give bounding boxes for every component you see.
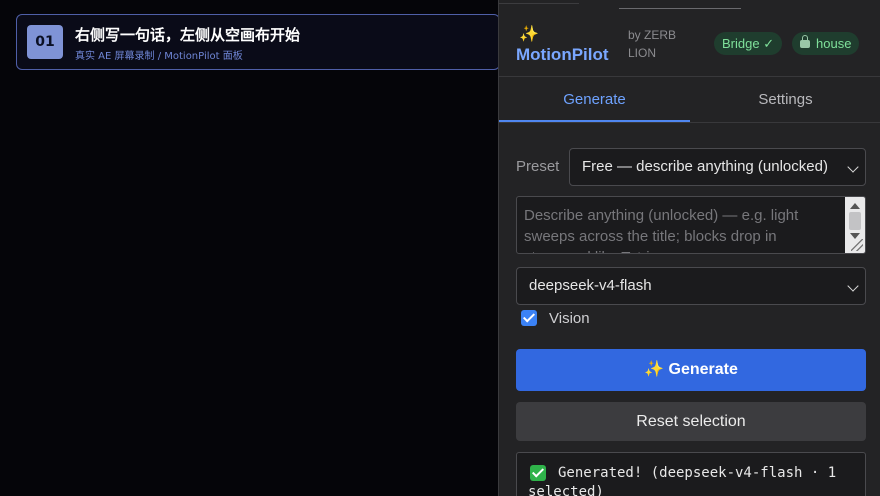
reset-selection-button[interactable]: Reset selection	[516, 402, 866, 441]
step-subtitle: 真实 AE 屏幕录制 / MotionPilot 面板	[75, 51, 243, 62]
preset-label: Preset	[516, 158, 560, 175]
sparkles-icon: ✨	[644, 361, 665, 378]
preset-select-value: Free — describe anything (unlocked)	[582, 158, 828, 175]
resize-grip-icon[interactable]	[851, 239, 863, 251]
sparkles-icon: ✨	[519, 26, 539, 43]
status-output: Generated! (deepseek-v4-flash · 1 select…	[516, 452, 866, 496]
chevron-down-icon	[847, 280, 859, 292]
top-divider	[499, 0, 579, 4]
prompt-textarea[interactable]: Describe anything (unlocked) — e.g. ligh…	[516, 196, 866, 254]
tab-bar: Generate Settings	[499, 77, 880, 123]
scroll-up-icon[interactable]	[850, 203, 860, 209]
motionpilot-panel: ✨ MotionPilot by ZERB LION Bridge ✓ hous…	[498, 0, 880, 496]
prompt-placeholder: Describe anything (unlocked) — e.g. ligh…	[524, 207, 799, 253]
tab-settings[interactable]: Settings	[690, 77, 880, 122]
vision-label: Vision	[549, 310, 590, 327]
generate-button[interactable]: ✨ Generate	[516, 349, 866, 391]
model-select[interactable]: deepseek-v4-flash	[516, 267, 866, 305]
bridge-status-badge: Bridge ✓	[714, 32, 783, 55]
generate-button-label: Generate	[668, 361, 738, 378]
step-number-badge: 01	[27, 25, 63, 59]
model-select-value: deepseek-v4-flash	[529, 277, 652, 294]
chevron-down-icon	[847, 161, 859, 173]
license-badge: house	[792, 32, 860, 55]
brand-name: MotionPilot	[516, 45, 609, 64]
step-card: 01 右侧写一句话，左侧从空画布开始 真实 AE 屏幕录制 / MotionPi…	[16, 14, 500, 70]
vision-checkbox[interactable]	[521, 310, 537, 326]
lock-icon	[800, 35, 810, 48]
preset-select[interactable]: Free — describe anything (unlocked)	[569, 148, 866, 186]
status-text: Generated! (deepseek-v4-flash · 1 select…	[528, 465, 837, 496]
scroll-thumb[interactable]	[849, 212, 861, 230]
top-tab-indicator	[619, 0, 741, 9]
license-badge-label: house	[816, 36, 852, 51]
brand-byline: by ZERB LION	[628, 28, 677, 60]
tab-generate[interactable]: Generate	[499, 77, 690, 122]
step-title: 右侧写一句话，左侧从空画布开始	[75, 26, 301, 44]
